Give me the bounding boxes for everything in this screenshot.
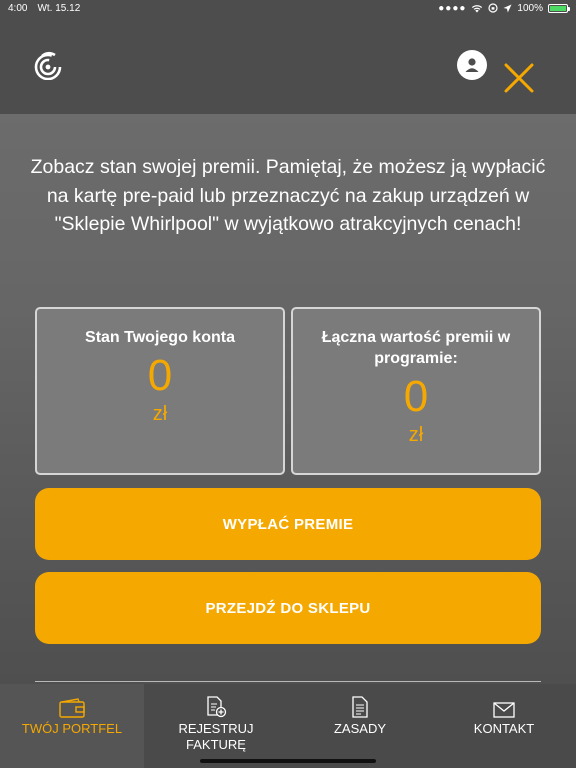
location-icon	[503, 4, 512, 12]
total-premium-label: Łączna wartość premii w programie:	[321, 329, 511, 367]
tab-rules-label: ZASADY	[333, 721, 386, 736]
total-premium-value: 0	[403, 372, 429, 421]
account-balance-unit: zł	[152, 403, 168, 425]
home-indicator[interactable]	[200, 759, 376, 763]
account-balance-value: 0	[147, 351, 173, 400]
app-header	[0, 16, 576, 114]
wallet-icon	[59, 694, 85, 718]
account-balance-card: Stan Twojego konta 0 zł	[35, 307, 285, 475]
divider	[35, 681, 541, 682]
whirlpool-logo-icon[interactable]	[33, 50, 63, 80]
document-add-icon	[205, 694, 227, 718]
status-date: Wt. 15.12	[37, 2, 81, 14]
tab-contact-label: KONTAKT	[473, 721, 535, 736]
wifi-icon	[472, 4, 483, 12]
tab-register-invoice[interactable]: REJESTRUJ FAKTURĘ	[144, 684, 288, 768]
status-bar: 4:00 Wt. 15.12 ●●●● 100%	[0, 0, 576, 16]
close-icon[interactable]	[503, 62, 535, 94]
mail-icon	[493, 694, 515, 718]
user-icon	[465, 58, 479, 72]
orientation-lock-icon	[488, 3, 499, 13]
battery-icon	[548, 3, 570, 13]
document-icon	[351, 694, 369, 718]
tab-rules[interactable]: ZASADY	[288, 684, 432, 768]
tab-contact[interactable]: KONTAKT	[432, 684, 576, 768]
tab-register-invoice-label: REJESTRUJ FAKTURĘ	[178, 721, 254, 752]
status-indicators: ●●●● 100%	[438, 2, 570, 14]
withdraw-premium-button[interactable]: WYPŁAĆ PREMIE	[35, 488, 541, 560]
total-premium-card: Łączna wartość premii w programie: 0 zł	[291, 307, 541, 475]
battery-percent: 100%	[517, 2, 543, 14]
bottom-tab-bar: TWÓJ PORTFEL REJESTRUJ FAKTURĘ ZASADY KO…	[0, 684, 576, 768]
go-to-shop-button[interactable]: PRZEJDŹ DO SKLEPU	[35, 572, 541, 644]
total-premium-unit: zł	[408, 424, 424, 446]
account-balance-label: Stan Twojego konta	[85, 329, 235, 346]
dots-icon: ●●●●	[438, 2, 467, 14]
tab-wallet[interactable]: TWÓJ PORTFEL	[0, 684, 144, 768]
intro-text: Zobacz stan swojej premii. Pamiętaj, że …	[30, 156, 546, 235]
tab-wallet-label: TWÓJ PORTFEL	[21, 721, 123, 736]
profile-button[interactable]	[457, 50, 487, 80]
status-time: 4:00	[8, 2, 28, 14]
